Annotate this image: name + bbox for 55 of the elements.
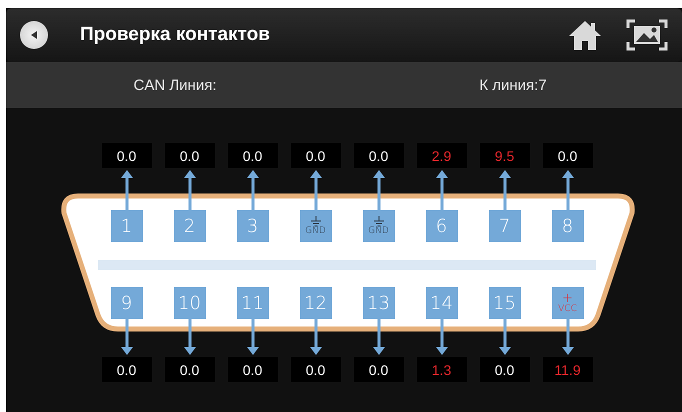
voltage-reading: 2.9	[416, 143, 466, 168]
pin-label: GND	[305, 227, 326, 236]
voltage-reading: 11.9	[542, 357, 592, 382]
voltage-reading: 0.0	[102, 357, 152, 382]
voltage-reading: 0.0	[102, 143, 152, 168]
arrow-icon	[120, 168, 134, 210]
pin-label: VCC	[558, 305, 577, 314]
pin-label: GND	[368, 227, 389, 236]
pin: 6	[426, 210, 458, 242]
pin: 8	[552, 210, 584, 242]
gallery-icon[interactable]	[626, 19, 668, 51]
pin: 2	[174, 210, 206, 242]
pin: 9	[110, 287, 142, 319]
voltage-reading: 0.0	[164, 357, 214, 382]
arrow-icon	[372, 319, 386, 357]
ground-icon	[372, 216, 384, 227]
voltage-reading: 9.5	[480, 143, 530, 168]
arrow-icon	[246, 168, 260, 210]
can-line-label: CAN Линия:	[133, 76, 216, 94]
pin: 3	[236, 210, 268, 242]
arrow-icon	[120, 319, 134, 357]
voltage-reading: 0.0	[542, 143, 592, 168]
arrow-icon	[560, 168, 574, 210]
home-icon[interactable]	[568, 19, 602, 51]
arrow-icon	[434, 319, 448, 357]
arrow-icon	[182, 319, 196, 357]
voltage-reading: 0.0	[480, 357, 530, 382]
back-button[interactable]	[20, 21, 48, 49]
pin: 14	[426, 287, 458, 319]
voltage-reading: 1.3	[416, 357, 466, 382]
arrow-icon	[246, 319, 260, 357]
voltage-reading: 0.0	[354, 143, 404, 168]
voltage-reading: 0.0	[228, 357, 278, 382]
pin: 1	[110, 210, 142, 242]
arrow-icon	[498, 319, 512, 357]
plus-sign: +	[562, 292, 573, 305]
arrow-icon	[182, 168, 196, 210]
voltage-reading: 0.0	[228, 143, 278, 168]
pin: 11	[236, 287, 268, 319]
pin: 7	[488, 210, 520, 242]
pin: 15	[488, 287, 520, 319]
pin: 10	[174, 287, 206, 319]
ground-icon	[310, 216, 322, 227]
voltage-reading: 0.0	[290, 143, 340, 168]
screen-title: Проверка контактов	[80, 24, 271, 46]
pin: 13	[362, 287, 394, 319]
back-icon	[29, 30, 39, 40]
arrow-icon	[498, 168, 512, 210]
voltage-reading: 0.0	[290, 357, 340, 382]
arrow-icon	[308, 319, 322, 357]
arrow-icon	[434, 168, 448, 210]
pin: 12	[300, 287, 332, 319]
voltage-reading: 0.0	[354, 357, 404, 382]
k-line-label: К линия:7	[479, 76, 547, 94]
voltage-reading: 0.0	[164, 143, 214, 168]
